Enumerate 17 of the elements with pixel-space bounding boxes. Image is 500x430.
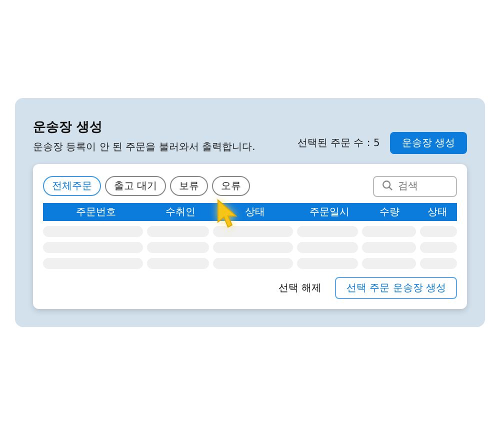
search-field[interactable]: 검색 [373,176,457,197]
filter-chip[interactable]: 출고 대기 [105,176,166,196]
filter-chip[interactable]: 전체주문 [43,176,101,196]
column-header: 상태 [244,206,266,219]
filter-chip[interactable]: 오류 [212,176,250,196]
column-header: 상태 [426,206,448,219]
create-waybill-button[interactable]: 운송장 생성 [390,132,467,154]
column-header: 수량 [378,206,401,219]
column-header: 주문번호 [74,206,117,219]
clear-selection-button[interactable]: 선택 해제 [278,281,322,295]
page-title: 운송장 생성 [33,119,104,136]
column-header: 수취인 [164,206,197,219]
selected-count: 선택된 주문 수 : 5 [297,137,380,150]
filter-chip[interactable]: 보류 [170,176,208,196]
create-selected-button[interactable]: 선택 주문 운송장 생성 [335,277,457,299]
page-subtitle: 운송장 등록이 안 된 주문을 불러와서 출력합니다. [33,141,256,154]
column-header: 주문일시 [308,206,351,219]
